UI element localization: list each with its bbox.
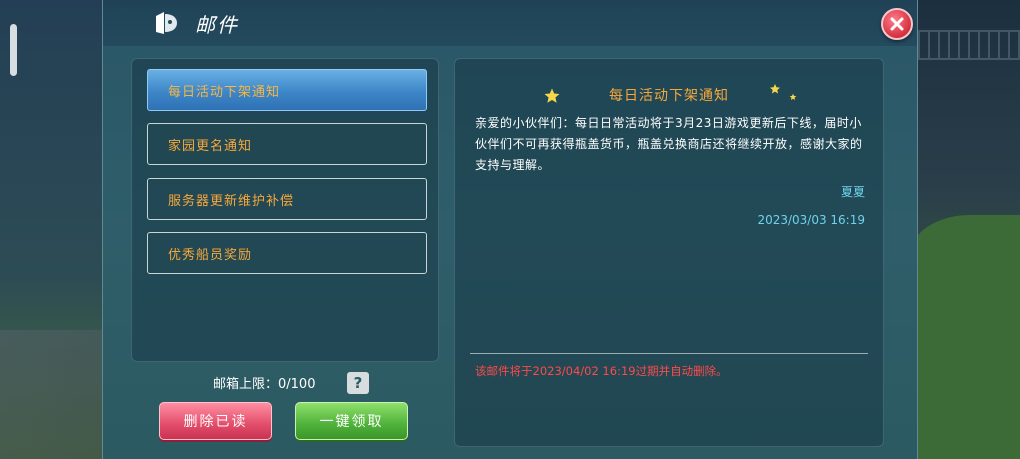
mail-list-panel: 每日活动下架通知 家园更名通知 服务器更新维护补偿 优秀船员奖励	[131, 58, 439, 362]
title-bar: 邮件	[103, 0, 917, 46]
background-path	[0, 330, 110, 459]
mail-item-crew-reward[interactable]: 优秀船员奖励	[147, 232, 427, 274]
mail-detail-panel: 每日活动下架通知 亲爱的小伙伴们：每日日常活动将于3月23日游戏更新后下线，届时…	[454, 58, 884, 447]
background-hill	[910, 215, 1020, 459]
close-icon	[890, 17, 904, 31]
question-icon: ?	[353, 374, 363, 392]
mail-expire-note: 该邮件将于2023/04/02 16:19过期并自动删除。	[475, 364, 728, 378]
divider	[470, 353, 868, 354]
mail-item-daily-activity[interactable]: 每日活动下架通知	[147, 69, 427, 111]
mail-item-label: 优秀船员奖励	[168, 247, 253, 263]
mail-item-label: 服务器更新维护补偿	[168, 193, 295, 209]
mail-detail-body: 亲爱的小伙伴们：每日日常活动将于3月23日游戏更新后下线，届时小伙伴们不可再获得…	[475, 116, 863, 172]
side-handle[interactable]	[10, 24, 17, 76]
mail-window: 邮件 每日活动下架通知 家园更名通知 服务器更新维护补偿 优秀船员奖励 邮箱上限…	[102, 0, 918, 459]
claim-all-button[interactable]: 一键领取	[295, 402, 408, 440]
mail-sender: 夏夏	[840, 185, 865, 199]
delete-read-button[interactable]: 删除已读	[159, 402, 272, 440]
mail-item-label: 每日活动下架通知	[168, 84, 281, 100]
mail-detail-title: 每日活动下架通知	[609, 88, 729, 104]
claim-all-label: 一键领取	[319, 414, 384, 430]
background-fence	[910, 30, 1020, 60]
close-button[interactable]	[881, 8, 913, 40]
mail-icon	[156, 12, 177, 34]
window-title: 邮件	[195, 13, 239, 37]
delete-read-label: 删除已读	[183, 414, 248, 430]
mailbox-limit-text: 邮箱上限：0/100	[213, 377, 316, 392]
mail-date: 2023/03/03 16:19	[757, 213, 865, 227]
mail-item-server-maintenance[interactable]: 服务器更新维护补偿	[147, 178, 427, 220]
mail-item-home-rename[interactable]: 家园更名通知	[147, 123, 427, 165]
help-button[interactable]: ?	[347, 372, 369, 394]
mail-item-label: 家园更名通知	[168, 138, 253, 154]
